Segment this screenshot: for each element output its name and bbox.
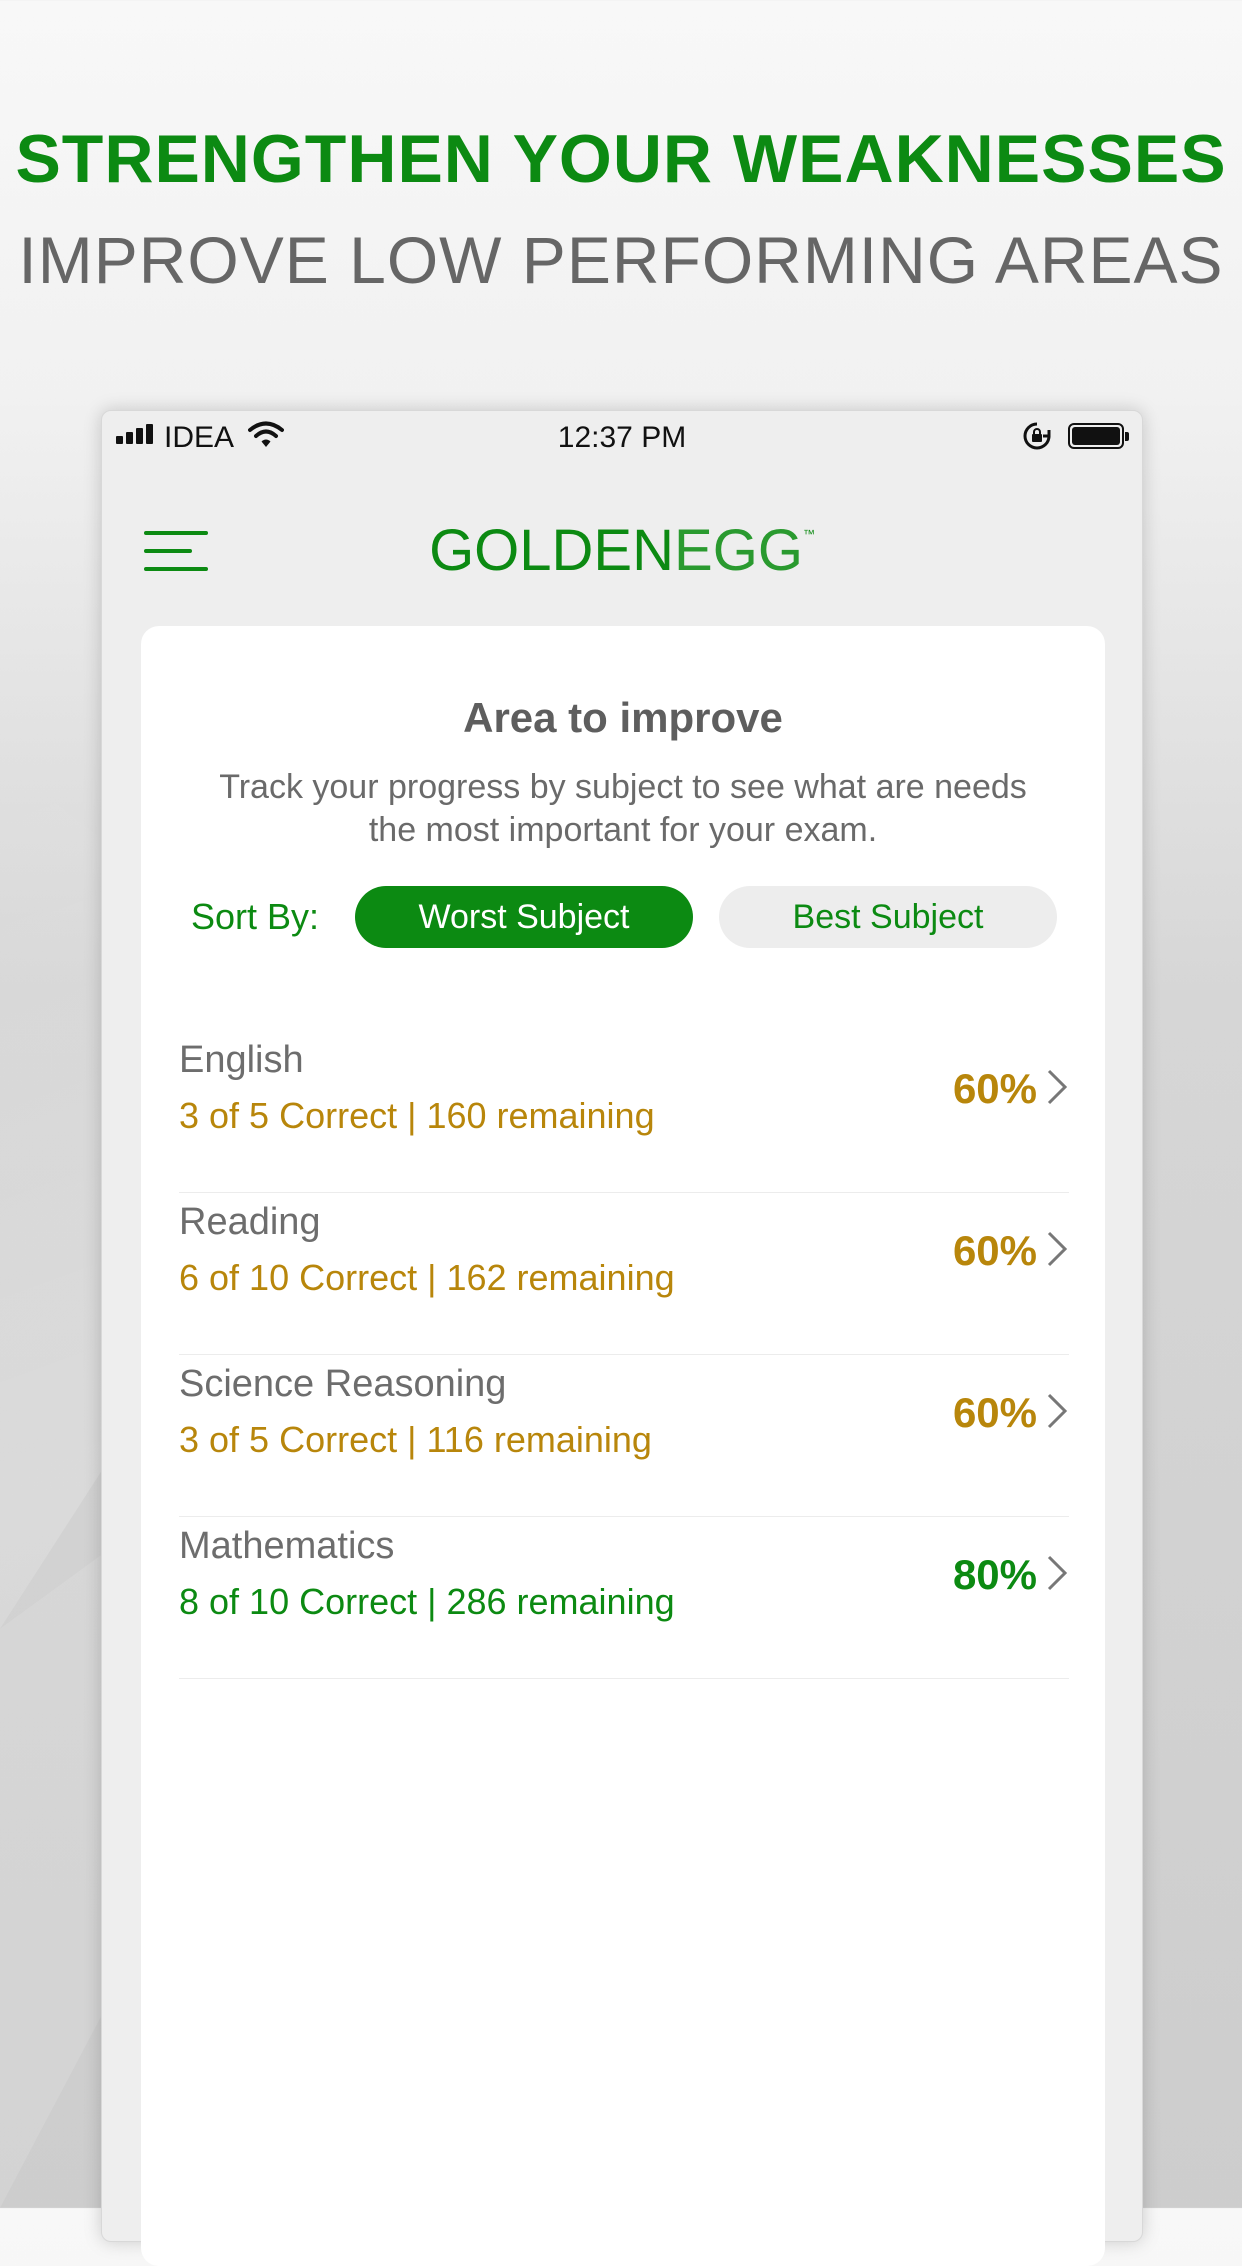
subject-row-science-reasoning[interactable]: Science Reasoning 3 of 5 Correct | 116 r… [179,1355,1069,1517]
subject-row-english[interactable]: English 3 of 5 Correct | 160 remaining 6… [179,1031,1069,1193]
phone-frame: IDEA 12:37 PM GOLDENEGG™ Area to improve… [101,410,1143,2266]
subject-name: Mathematics [179,1525,395,1567]
subject-stats: 6 of 10 Correct | 162 remaining [179,1257,675,1298]
subject-percent: 80% [952,1551,1037,1598]
subject-name: Science Reasoning [179,1363,507,1405]
logo-egg: EGG [674,518,803,583]
chevron-right-icon [1047,1393,1068,1429]
subject-stats: 3 of 5 Correct | 160 remaining [179,1095,655,1136]
status-time: 12:37 PM [557,421,687,454]
battery-icon [1068,423,1129,449]
rotation-lock-icon [1023,422,1051,450]
subject-stats: 3 of 5 Correct | 116 remaining [179,1419,652,1460]
chevron-right-icon [1047,1231,1068,1267]
card-description: Track your progress by subject to see wh… [219,768,1027,849]
sort-by-label: Sort By: [191,896,320,937]
subject-percent: 60% [952,1227,1037,1274]
chevron-right-icon [1047,1069,1068,1105]
subject-percent: 60% [952,1389,1037,1436]
subject-percent: 60% [952,1065,1037,1112]
subject-list: English 3 of 5 Correct | 160 remaining 6… [179,1031,1069,1679]
sort-worst-subject-button[interactable]: Worst Subject [355,886,693,948]
subject-row-reading[interactable]: Reading 6 of 10 Correct | 162 remaining … [179,1193,1069,1355]
status-bar: IDEA 12:37 PM [102,411,1142,463]
subject-stats: 8 of 10 Correct | 286 remaining [179,1581,675,1622]
subject-name: English [179,1039,304,1081]
golden-egg-logo: GOLDENEGG™ [102,517,1142,584]
logo-trademark: ™ [802,527,815,541]
subject-row-mathematics[interactable]: Mathematics 8 of 10 Correct | 286 remain… [179,1517,1069,1679]
promo-subheadline: IMPROVE LOW PERFORMING AREAS [18,223,1224,297]
chevron-right-icon [1047,1555,1068,1591]
card-title: Area to improve [463,694,783,741]
sort-best-subject-button[interactable]: Best Subject [719,886,1057,948]
subject-name: Reading [179,1201,321,1243]
logo-golden: GOLDEN [429,518,675,583]
promo-headline: STRENGTHEN YOUR WEAKNESSES [15,121,1227,197]
area-to-improve-card: Area to improve Track your progress by s… [141,626,1105,2266]
